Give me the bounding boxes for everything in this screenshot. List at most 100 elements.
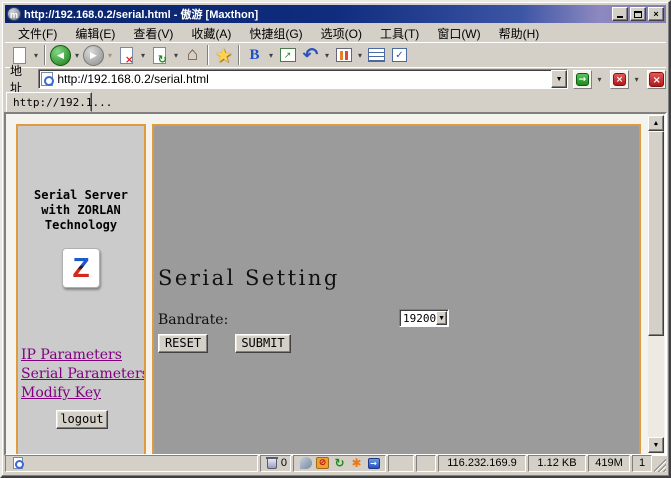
brand-line: Technology [18, 218, 144, 233]
status-empty-segment [416, 455, 436, 472]
menu-item-options[interactable]: 选项(O) [312, 24, 371, 43]
baudrate-label: Bandrate: [158, 312, 228, 328]
scroll-down-button[interactable]: ▼ [648, 437, 664, 453]
fullscreen-icon: ↗ [280, 48, 296, 62]
window-title: http://192.168.0.2/serial.html - 傲游 [Max… [24, 6, 610, 22]
data-size-segment: 1.12 KB [528, 455, 586, 472]
scroll-up-icon: ▲ [653, 120, 660, 127]
reset-button[interactable]: RESET [158, 334, 208, 353]
form-fill-status-icon[interactable]: → [367, 457, 380, 470]
title-bar[interactable]: m http://192.168.0.2/serial.html - 傲游 [M… [5, 5, 666, 23]
tab-count: 1 [639, 457, 645, 469]
menu-item-tools[interactable]: 工具(T) [371, 24, 428, 43]
plugins-dropdown[interactable]: ▾ [355, 51, 365, 60]
scroll-down-icon: ▼ [653, 442, 660, 449]
maximize-button[interactable] [630, 7, 646, 21]
close-button[interactable]: × [648, 7, 664, 21]
go-dropdown[interactable]: ▾ [594, 75, 606, 84]
stop-loading-button[interactable]: × [610, 70, 629, 89]
menu-item-edit[interactable]: 编辑(E) [66, 24, 124, 43]
link-ip-parameters[interactable]: IP Parameters [21, 346, 144, 365]
menu-item-view[interactable]: 查看(V) [124, 24, 182, 43]
plugins-button[interactable] [332, 43, 355, 67]
forward-button[interactable]: ▶ [82, 43, 105, 67]
link-modify-key[interactable]: Modify Key [21, 384, 144, 403]
vertical-scrollbar[interactable]: ▲ ▼ [648, 115, 664, 453]
trash-count: 0 [281, 457, 287, 469]
favorites-button[interactable]: ★ [212, 43, 235, 67]
forward-dropdown[interactable]: ▾ [105, 51, 115, 60]
refresh-button[interactable]: ↻ [148, 43, 171, 67]
sidebar-nav: IP Parameters Serial Parameters Modify K… [21, 346, 144, 403]
tab-bar: http://192.1... [5, 90, 666, 112]
maxthon-app-icon: m [7, 7, 21, 21]
resize-grip[interactable] [654, 455, 666, 472]
address-combobox[interactable]: http://192.168.0.2/serial.html ▼ [38, 69, 568, 89]
flash-blocker-icon[interactable]: ✱ [350, 457, 363, 470]
main-frame: Serial Setting Bandrate: 19200 ▼ RESET S… [152, 124, 641, 454]
back-dropdown[interactable]: ▾ [72, 51, 82, 60]
back-button[interactable]: ◀ [49, 43, 72, 67]
groups-dropdown[interactable]: ▾ [266, 51, 276, 60]
url-input[interactable]: http://192.168.0.2/serial.html [57, 72, 551, 86]
proxy-icon[interactable] [299, 457, 312, 470]
undo-icon: ↶ [303, 44, 319, 66]
undo-button[interactable]: ↶ [299, 43, 322, 67]
toolbar-separator [238, 45, 240, 65]
logout-button[interactable]: logout [56, 410, 108, 429]
close-tab-button[interactable]: × [647, 70, 666, 89]
menu-item-groups[interactable]: 快捷组(G) [240, 24, 311, 43]
brand-text: Serial Server with ZORLAN Technology [18, 188, 144, 233]
tab-label: http://192.1... [13, 96, 112, 109]
stop-dropdown[interactable]: ▾ [138, 51, 148, 60]
stop-icon: × [120, 47, 133, 64]
ip-address: 116.232.169.9 [447, 457, 517, 469]
list-button[interactable] [365, 43, 388, 67]
menu-item-favorites[interactable]: 收藏(A) [182, 24, 240, 43]
trash-icon [266, 457, 279, 470]
popup-blocker-icon[interactable]: ⊘ [316, 457, 329, 470]
auto-refresh-icon[interactable]: ↻ [333, 457, 346, 470]
status-toggles-segment: ⊘ ↻ ✱ → [293, 455, 386, 472]
menu-item-window[interactable]: 窗口(W) [428, 24, 489, 43]
minimize-button[interactable] [612, 7, 628, 21]
close-tab-icon: × [649, 72, 664, 87]
form-fill-icon: ✓ [392, 48, 407, 62]
undo-dropdown[interactable]: ▾ [322, 51, 332, 60]
menu-item-file[interactable]: 文件(F) [9, 24, 66, 43]
trash-segment[interactable]: 0 [260, 455, 291, 472]
stop-loading-dropdown[interactable]: ▾ [631, 75, 643, 84]
baudrate-select[interactable]: 19200 ▼ [399, 309, 449, 327]
menu-item-help[interactable]: 帮助(H) [490, 24, 549, 43]
tab-current[interactable]: http://192.1... [6, 92, 92, 112]
home-button[interactable]: ⌂ [181, 43, 204, 67]
brand-line: Serial Server [18, 188, 144, 203]
home-icon: ⌂ [187, 44, 198, 66]
go-button[interactable]: → [573, 70, 592, 89]
minimize-icon [617, 10, 623, 18]
form-fill-button[interactable]: ✓ [388, 43, 411, 67]
toolbar-separator [207, 45, 209, 65]
new-page-dropdown[interactable]: ▾ [31, 51, 41, 60]
refresh-dropdown[interactable]: ▾ [171, 51, 181, 60]
brand-line: with ZORLAN [18, 203, 144, 218]
baudrate-row: Bandrate: 19200 ▼ [158, 311, 639, 329]
submit-button[interactable]: SUBMIT [235, 334, 291, 353]
tab-count-segment: 1 [632, 455, 652, 472]
link-serial-parameters[interactable]: Serial Parameters [21, 365, 144, 384]
menu-bar: 文件(F) 编辑(E) 查看(V) 收藏(A) 快捷组(G) 选项(O) 工具(… [5, 24, 666, 42]
new-page-icon [13, 47, 26, 64]
url-page-icon [41, 72, 53, 86]
stop-loading-icon: × [613, 73, 626, 86]
status-message-segment [5, 455, 258, 472]
scrollbar-thumb[interactable] [648, 131, 664, 336]
address-dropdown-button[interactable]: ▼ [551, 70, 567, 88]
scroll-up-button[interactable]: ▲ [648, 115, 664, 131]
page-title: Serial Setting [158, 266, 639, 290]
fullscreen-button[interactable]: ↗ [276, 43, 299, 67]
stop-button[interactable]: × [115, 43, 138, 67]
select-dropdown-button[interactable]: ▼ [436, 311, 447, 325]
refresh-icon: ↻ [153, 47, 166, 64]
groups-button[interactable]: B [243, 43, 266, 67]
back-icon: ◀ [50, 45, 71, 66]
